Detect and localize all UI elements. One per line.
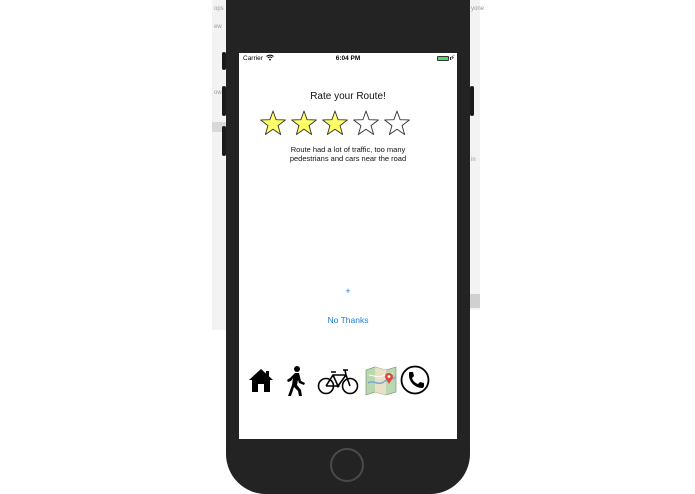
background-window-right: yone in: [470, 0, 484, 310]
rating-comment-line: Route had a lot of traffic, too many: [290, 145, 406, 154]
rating-comment-line: pedestrians and cars near the road: [289, 154, 407, 163]
add-button[interactable]: +: [239, 286, 457, 296]
background-text: ow: [214, 90, 222, 96]
charging-icon: ⚡: [450, 55, 455, 62]
bicycle-icon[interactable]: [317, 363, 359, 397]
app-screen: Carrier 6:04 PM ⚡ Rate your Route! Route…: [239, 53, 457, 439]
star-filled-icon[interactable]: [259, 109, 287, 137]
status-bar: Carrier 6:04 PM ⚡: [239, 53, 457, 65]
volume-down-button: [222, 126, 226, 156]
star-empty-icon[interactable]: [352, 109, 380, 137]
home-button[interactable]: [330, 448, 364, 482]
power-button: [470, 86, 474, 116]
home-icon[interactable]: [248, 363, 274, 397]
rating-comment: Route had a lot of traffic, too many ped…: [259, 145, 437, 163]
battery-icon: [437, 56, 449, 61]
background-text: ops: [214, 6, 224, 12]
rating-title: Rate your Route!: [310, 91, 386, 102]
star-filled-icon[interactable]: [321, 109, 349, 137]
star-filled-icon[interactable]: [290, 109, 318, 137]
background-text: in: [471, 157, 476, 163]
no-thanks-button[interactable]: No Thanks: [239, 315, 457, 325]
walking-icon[interactable]: [284, 363, 308, 397]
battery-fill: [438, 57, 448, 60]
volume-up-button: [222, 86, 226, 116]
background-text: yone: [471, 6, 485, 12]
background-bar: [470, 294, 480, 308]
star-empty-icon[interactable]: [383, 109, 411, 137]
silent-switch: [222, 52, 226, 70]
background-text: ew: [214, 24, 222, 30]
star-rating[interactable]: [259, 109, 419, 139]
map-icon[interactable]: [365, 363, 397, 397]
phone-icon[interactable]: [400, 363, 430, 397]
status-time: 6:04 PM: [335, 55, 361, 62]
